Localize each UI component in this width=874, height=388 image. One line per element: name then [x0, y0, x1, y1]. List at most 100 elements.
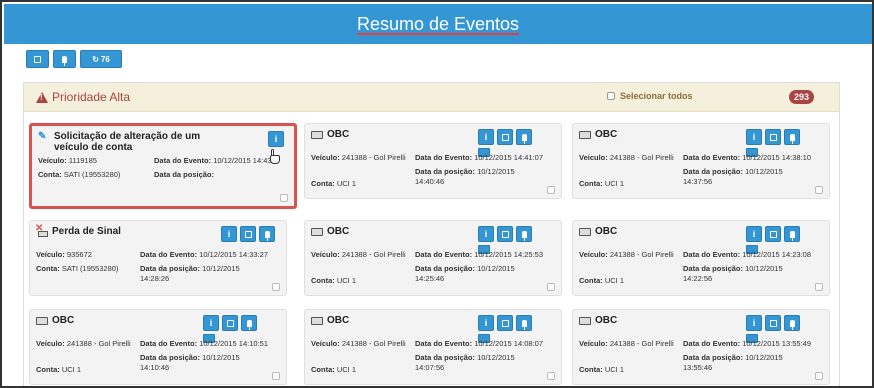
event-card[interactable]: OBC i Veículo: 241388 - Gol Pirelli Conta: …: [572, 309, 830, 385]
position-date-field: Data da posição: 10/12/2015 14:10:46: [140, 353, 258, 373]
info-button[interactable]: i: [478, 315, 494, 331]
card-checkbox[interactable]: [815, 372, 823, 380]
event-date-label: Data do Evento:: [154, 156, 212, 165]
pin-icon: [264, 230, 270, 241]
refresh-button[interactable]: ↻ 76: [80, 50, 122, 68]
event-date-field: Data do Evento: 10/12/2015 13:55:49: [683, 339, 811, 349]
position-date-field: Data da posição: 10/12/2015 14:40:46: [415, 167, 533, 187]
save-button[interactable]: [497, 129, 513, 145]
event-date-value: 10/12/2015 14:25:53: [474, 250, 544, 259]
position-date-label: Data da posição:: [140, 353, 201, 362]
save-button[interactable]: [240, 226, 256, 242]
info-button[interactable]: i: [746, 226, 762, 242]
save-icon: [501, 319, 509, 327]
info-button[interactable]: i: [268, 131, 284, 147]
card-actions: i: [746, 315, 800, 331]
account-value: UCI 1: [336, 365, 357, 374]
pin-button[interactable]: [784, 129, 800, 145]
event-date-field: Data do Evento: 10/12/2015 14:08:07: [415, 339, 543, 349]
pin-button[interactable]: [784, 315, 800, 331]
vehicle-label: Veículo:: [579, 250, 608, 259]
save-button[interactable]: [26, 50, 49, 68]
select-all[interactable]: Selecionar todos: [607, 91, 693, 101]
account-label: Conta:: [36, 365, 60, 374]
vehicle-field: Veículo: 935672: [36, 250, 136, 260]
position-date-label: Data da posição:: [683, 353, 744, 362]
save-icon: [769, 319, 777, 327]
card-checkbox[interactable]: [547, 186, 555, 194]
event-date-value: 10/12/2015 13:55:49: [742, 339, 812, 348]
account-label: Conta:: [579, 365, 603, 374]
card-checkbox[interactable]: [815, 283, 823, 291]
pin-button[interactable]: [53, 50, 76, 68]
event-card[interactable]: ✎ Solicitação de alteração de um veículo …: [29, 123, 297, 209]
select-all-checkbox[interactable]: [607, 92, 615, 100]
save-button[interactable]: [497, 226, 513, 242]
pin-button[interactable]: [259, 226, 275, 242]
vehicle-label: Veículo:: [311, 339, 340, 348]
account-label: Conta:: [36, 264, 60, 273]
save-button[interactable]: [765, 129, 781, 145]
account-field: Conta: UCI 1: [311, 179, 356, 189]
event-card[interactable]: OBC i Veículo: 241388 - Gol Pirelli Conta: …: [572, 220, 830, 296]
pin-button[interactable]: [516, 315, 532, 331]
info-button[interactable]: i: [746, 315, 762, 331]
position-date-label: Data da posição:: [154, 170, 215, 179]
account-value: UCI 1: [604, 276, 625, 285]
event-card[interactable]: OBC i Veículo: 241388 - Gol Pirelli Conta: …: [29, 309, 287, 385]
event-card[interactable]: OBC i Veículo: 241388 - Gol Pirelli Conta: …: [304, 123, 562, 199]
info-button[interactable]: i: [478, 226, 494, 242]
event-date-field: Data do Evento: 10/12/2015 14:43:: [154, 156, 274, 166]
pin-button[interactable]: [516, 226, 532, 242]
info-button[interactable]: i: [478, 129, 494, 145]
position-date-label: Data da posição:: [415, 264, 476, 273]
card-title-text: OBC: [327, 226, 350, 237]
pin-icon: [246, 319, 252, 330]
event-date-field: Data do Evento: 10/12/2015 14:10:51: [140, 339, 268, 349]
info-button[interactable]: i: [203, 315, 219, 331]
event-date-field: Data do Evento: 10/12/2015 14:23:08: [683, 250, 811, 260]
card-title: OBC: [36, 315, 74, 326]
card-checkbox[interactable]: [280, 194, 288, 202]
card-checkbox[interactable]: [272, 372, 280, 380]
save-button[interactable]: [765, 315, 781, 331]
card-checkbox[interactable]: [272, 283, 280, 291]
app-window: Resumo de Eventos ↻ 76 Prioridade Alta S…: [0, 0, 874, 388]
position-date-field: Data da posição: 10/12/2015 14:28:26: [140, 264, 258, 284]
save-icon: [244, 230, 252, 238]
priority-title: Prioridade Alta: [36, 90, 130, 104]
pin-icon: [521, 133, 527, 144]
info-button[interactable]: i: [746, 129, 762, 145]
event-card[interactable]: OBC i Veículo: 241388 - Gol Pirelli Conta: …: [304, 309, 562, 385]
save-button[interactable]: [765, 226, 781, 242]
info-button[interactable]: i: [221, 226, 237, 242]
vehicle-value: 241388 - Gol Pirelli: [609, 153, 674, 162]
truck-icon: [311, 228, 323, 236]
pin-button[interactable]: [516, 129, 532, 145]
pin-button[interactable]: [241, 315, 257, 331]
truck-icon: [311, 131, 323, 139]
position-date-field: Data da posição:: [154, 170, 272, 180]
event-card[interactable]: ✕ Perda de Sinal i Veículo: 935672 Conta: SA…: [29, 220, 287, 296]
card-checkbox[interactable]: [815, 186, 823, 194]
event-date-label: Data do Evento:: [140, 339, 198, 348]
pin-button[interactable]: [784, 226, 800, 242]
card-title: OBC: [311, 315, 349, 326]
card-title-text: OBC: [327, 129, 350, 140]
account-field: Conta: UCI 1: [579, 276, 624, 286]
event-date-value: 10/12/2015 14:43:: [213, 156, 274, 165]
save-button[interactable]: [497, 315, 513, 331]
event-card[interactable]: OBC i Veículo: 241388 - Gol Pirelli Conta: …: [304, 220, 562, 296]
save-icon: [769, 230, 777, 238]
position-date-field: Data da posição: 10/12/2015 14:07:56: [415, 353, 533, 373]
account-value: UCI 1: [61, 365, 82, 374]
truck-icon: [579, 228, 591, 236]
event-card[interactable]: OBC i Veículo: 241388 - Gol Pirelli Conta: …: [572, 123, 830, 199]
card-actions: i: [746, 226, 800, 242]
card-checkbox[interactable]: [547, 283, 555, 291]
card-checkbox[interactable]: [547, 372, 555, 380]
card-actions: i: [478, 129, 532, 145]
card-title-text: Perda de Sinal: [52, 226, 121, 237]
save-button[interactable]: [222, 315, 238, 331]
hand-cursor-icon: [268, 149, 282, 165]
